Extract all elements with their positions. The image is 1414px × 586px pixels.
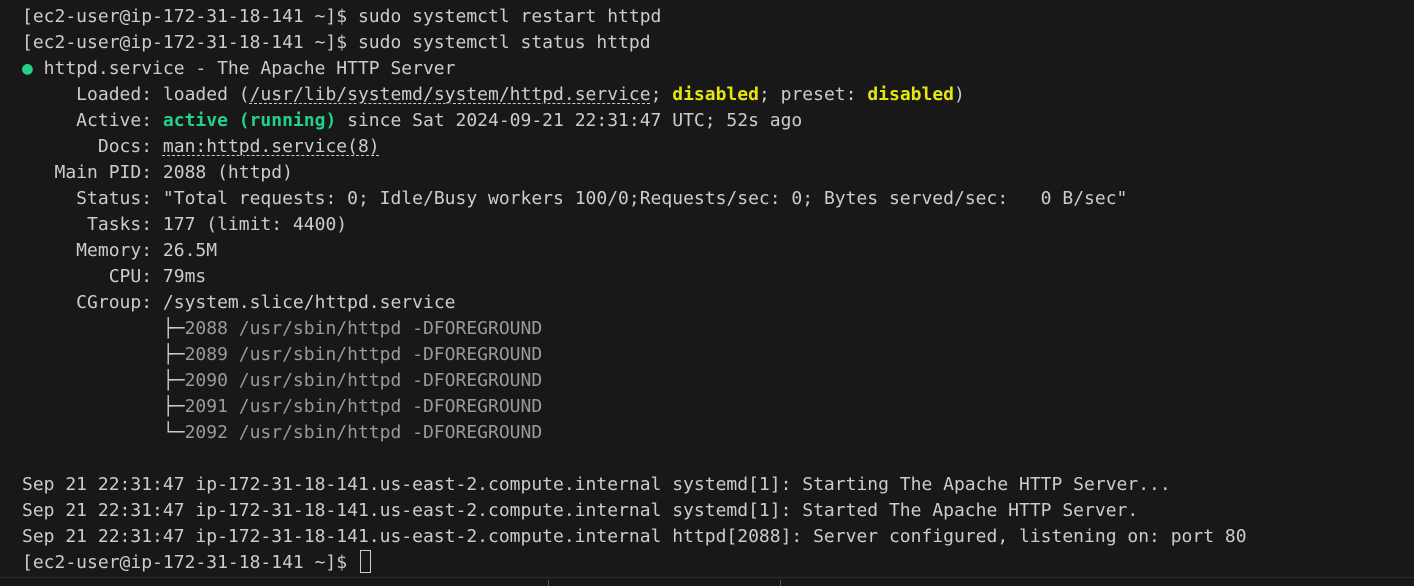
status-separator <box>780 580 781 586</box>
pid-value: 2088 (httpd) <box>162 162 293 183</box>
log-line: Sep 21 22:31:47 ip-172-31-18-141.us-east… <box>22 500 1139 521</box>
unit-file-link[interactable]: /usr/lib/systemd/system/httpd.service <box>250 84 651 105</box>
process-command: 2088 /usr/sbin/httpd -DFOREGROUND <box>184 318 543 339</box>
tree-branch-icon: ├─ <box>22 344 185 365</box>
tasks-row: Tasks: 177 (limit: 4400) <box>22 212 1414 238</box>
process-command: 2091 /usr/sbin/httpd -DFOREGROUND <box>184 396 543 417</box>
cgroup-process: ├─2088 /usr/sbin/httpd -DFOREGROUND <box>22 316 1414 342</box>
status-label: Status: <box>22 188 163 209</box>
log-line: Sep 21 22:31:47 ip-172-31-18-141.us-east… <box>22 474 1171 495</box>
service-title: httpd.service - The Apache HTTP Server <box>32 58 456 79</box>
process-command: 2092 /usr/sbin/httpd -DFOREGROUND <box>184 422 543 443</box>
pid-label: Main PID: <box>22 162 163 183</box>
status-bar <box>0 577 1414 586</box>
tree-branch-icon: ├─ <box>22 396 185 417</box>
status-dot-icon: ● <box>22 58 33 79</box>
text-cursor[interactable] <box>359 550 371 573</box>
loaded-row: Loaded: loaded (/usr/lib/systemd/system/… <box>22 82 1414 108</box>
memory-value: 26.5M <box>162 240 218 261</box>
memory-row: Memory: 26.5M <box>22 238 1414 264</box>
command-line: [ec2-user@ip-172-31-18-141 ~]$ sudo syst… <box>22 30 1414 56</box>
cpu-value: 79ms <box>162 266 207 287</box>
cpu-row: CPU: 79ms <box>22 264 1414 290</box>
cgroup-process: ├─2090 /usr/sbin/httpd -DFOREGROUND <box>22 368 1414 394</box>
input-line[interactable]: [ec2-user@ip-172-31-18-141 ~]$ <box>22 550 1414 576</box>
log-line: Sep 21 22:31:47 ip-172-31-18-141.us-east… <box>22 526 1247 547</box>
shell-prompt: [ec2-user@ip-172-31-18-141 ~]$ <box>22 6 358 27</box>
shell-prompt: [ec2-user@ip-172-31-18-141 ~]$ <box>22 552 358 573</box>
tree-branch-icon: ├─ <box>22 370 185 391</box>
loaded-suffix: ) <box>954 84 965 105</box>
command-text: sudo systemctl status httpd <box>357 32 651 53</box>
preset-label: ; preset: <box>758 84 868 105</box>
cpu-label: CPU: <box>22 266 163 287</box>
cgroup-label: CGroup: <box>22 292 163 313</box>
command-line: [ec2-user@ip-172-31-18-141 ~]$ sudo syst… <box>22 4 1414 30</box>
status-separator <box>548 580 549 586</box>
shell-prompt: [ec2-user@ip-172-31-18-141 ~]$ <box>22 32 358 53</box>
cgroup-process: ├─2091 /usr/sbin/httpd -DFOREGROUND <box>22 394 1414 420</box>
cgroup-value: /system.slice/httpd.service <box>162 292 456 313</box>
status-value: "Total requests: 0; Idle/Busy workers 10… <box>162 188 1128 209</box>
loaded-label: Loaded: <box>22 84 163 105</box>
service-header: ● httpd.service - The Apache HTTP Server <box>22 56 1414 82</box>
preset-state: disabled <box>867 84 955 105</box>
active-state: active (running) <box>162 110 337 131</box>
pid-row: Main PID: 2088 (httpd) <box>22 160 1414 186</box>
enabled-state: disabled <box>672 84 759 105</box>
docs-label: Docs: <box>22 136 163 157</box>
loaded-prefix: loaded ( <box>162 84 250 105</box>
active-label: Active: <box>22 110 163 131</box>
status-row: Status: "Total requests: 0; Idle/Busy wo… <box>22 186 1414 212</box>
tasks-value: 177 (limit: 4400) <box>162 214 348 235</box>
memory-label: Memory: <box>22 240 163 261</box>
active-since: since Sat 2024-09-21 22:31:47 UTC; 52s a… <box>336 110 803 131</box>
loaded-sep: ; <box>650 84 673 105</box>
terminal-output[interactable]: [ec2-user@ip-172-31-18-141 ~]$ sudo syst… <box>22 4 1414 576</box>
tasks-label: Tasks: <box>22 214 163 235</box>
process-command: 2090 /usr/sbin/httpd -DFOREGROUND <box>184 370 543 391</box>
active-row: Active: active (running) since Sat 2024-… <box>22 108 1414 134</box>
cgroup-row: CGroup: /system.slice/httpd.service <box>22 290 1414 316</box>
process-command: 2089 /usr/sbin/httpd -DFOREGROUND <box>184 344 543 365</box>
tree-end-icon: └─ <box>22 422 185 443</box>
tree-branch-icon: ├─ <box>22 318 185 339</box>
cgroup-process: ├─2089 /usr/sbin/httpd -DFOREGROUND <box>22 342 1414 368</box>
cgroup-process: └─2092 /usr/sbin/httpd -DFOREGROUND <box>22 420 1414 446</box>
command-text: sudo systemctl restart httpd <box>357 6 662 27</box>
docs-link[interactable]: man:httpd.service(8) <box>163 136 380 157</box>
docs-row: Docs: man:httpd.service(8) <box>22 134 1414 160</box>
